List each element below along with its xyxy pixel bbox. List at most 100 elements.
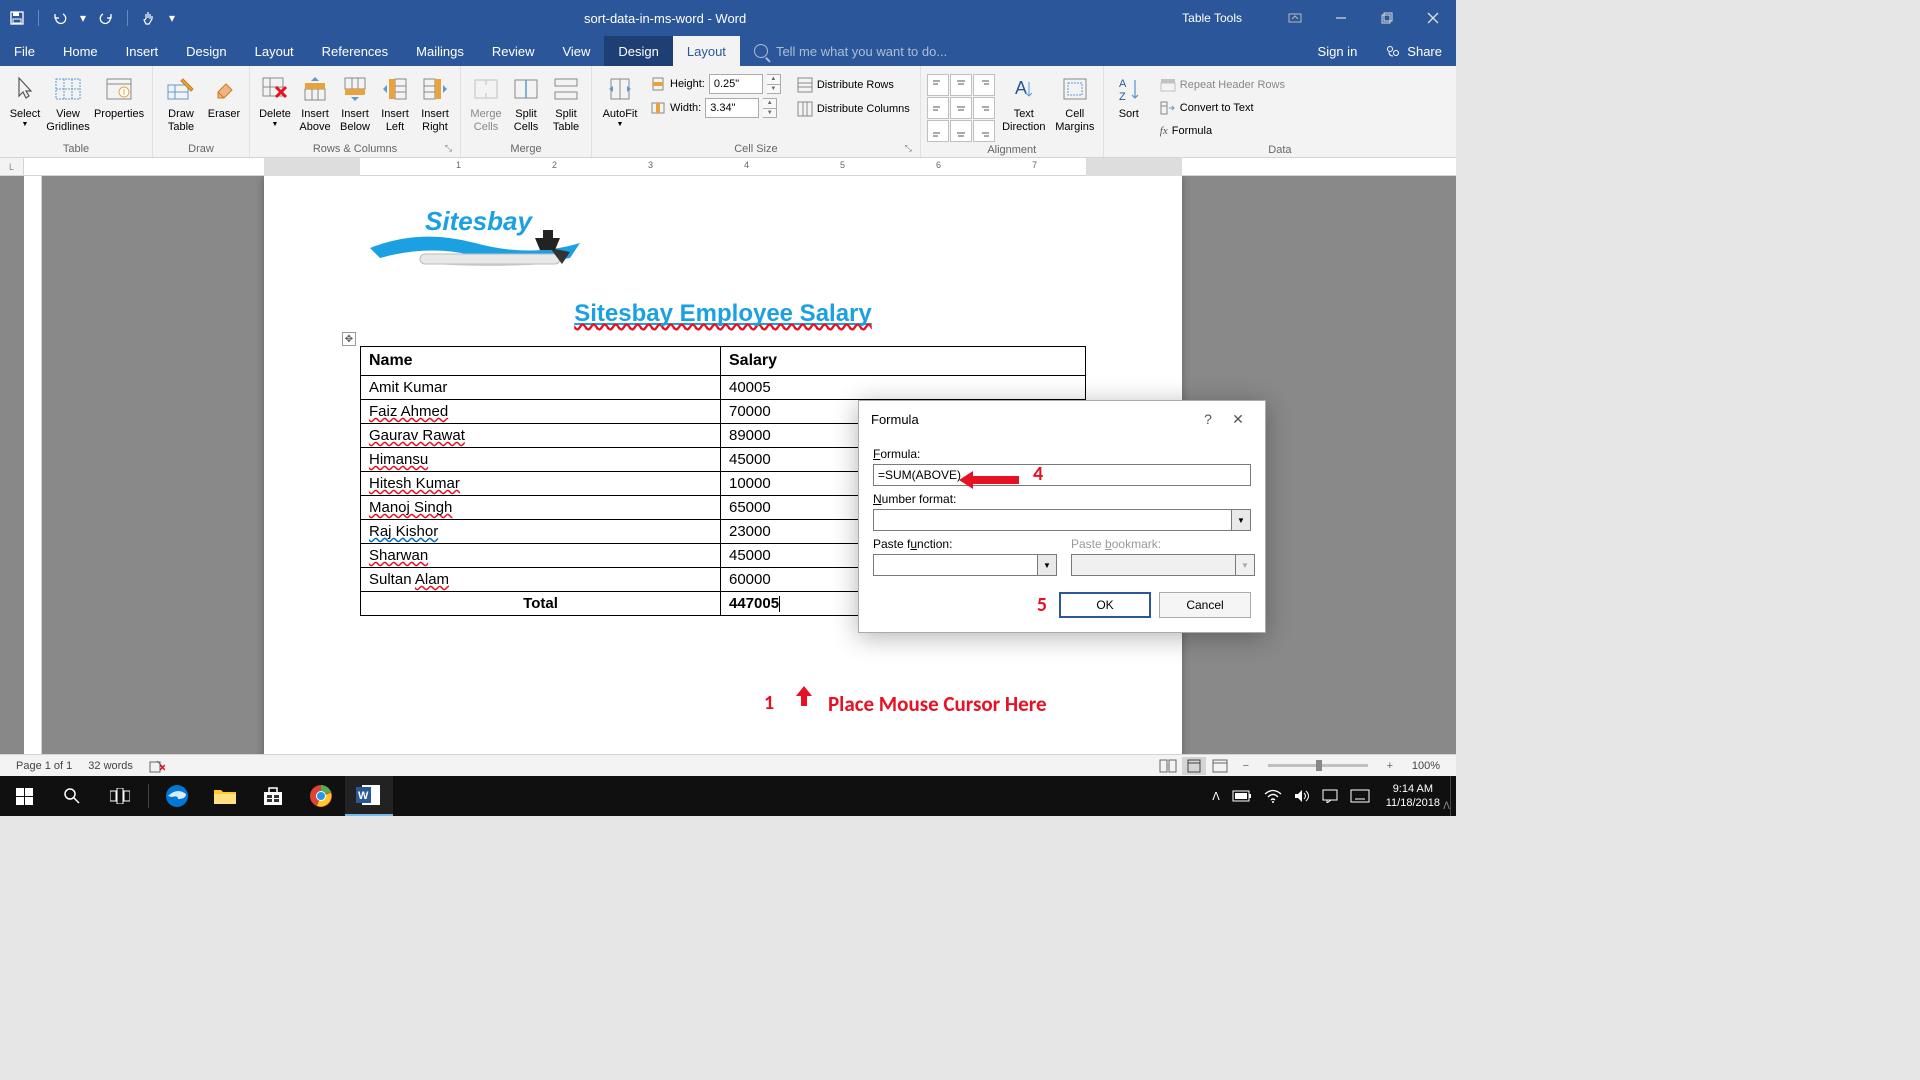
tab-design[interactable]: Design [172, 36, 240, 66]
tell-me-search[interactable]: Tell me what you want to do... [740, 36, 1304, 66]
dialog-close-icon[interactable]: ✕ [1223, 404, 1253, 434]
share-button[interactable]: Share [1371, 36, 1456, 66]
store-button[interactable] [249, 776, 297, 816]
status-words[interactable]: 32 words [80, 760, 141, 772]
text-direction-button[interactable]: AText Direction [997, 70, 1051, 137]
status-proofing-icon[interactable] [141, 759, 173, 773]
tab-layout[interactable]: Layout [241, 36, 308, 66]
edge-button[interactable] [153, 776, 201, 816]
tab-references[interactable]: References [308, 36, 402, 66]
formula-input[interactable] [873, 464, 1251, 486]
align-mc-button[interactable] [950, 97, 972, 119]
undo-dropdown-icon[interactable]: ▾ [77, 5, 89, 31]
insert-right-button[interactable]: Insert Right [416, 70, 454, 137]
horizontal-ruler[interactable]: 1 2 3 4 5 6 7 [24, 158, 1456, 176]
tab-review[interactable]: Review [478, 36, 549, 66]
tab-table-design[interactable]: Design [604, 36, 672, 66]
file-explorer-button[interactable] [201, 776, 249, 816]
show-desktop-button[interactable] [1450, 776, 1456, 816]
align-tc-button[interactable] [950, 74, 972, 96]
height-spinner[interactable]: ▲▼ [767, 74, 781, 94]
ok-button[interactable]: OK [1059, 592, 1151, 618]
dialog-help-icon[interactable]: ? [1193, 404, 1223, 434]
align-bl-button[interactable] [927, 120, 949, 142]
vertical-ruler[interactable] [24, 176, 42, 754]
zoom-slider[interactable] [1268, 764, 1368, 767]
zoom-level[interactable]: 100% [1404, 760, 1448, 772]
chevron-down-icon[interactable]: ▼ [1231, 509, 1251, 531]
width-spinner[interactable]: ▲▼ [763, 98, 777, 118]
wifi-icon[interactable] [1258, 789, 1288, 803]
select-button[interactable]: Select▼ [6, 70, 44, 133]
distribute-columns-button[interactable]: Distribute Columns [793, 98, 914, 120]
align-ml-button[interactable] [927, 97, 949, 119]
read-mode-icon[interactable] [1156, 757, 1180, 775]
chrome-button[interactable] [297, 776, 345, 816]
keyboard-icon[interactable] [1344, 789, 1376, 803]
tray-up-icon[interactable]: ᐱ [1206, 790, 1226, 803]
insert-above-button[interactable]: Insert Above [296, 70, 334, 137]
split-table-button[interactable]: Split Table [547, 70, 585, 137]
cancel-button[interactable]: Cancel [1159, 592, 1251, 618]
minimize-icon[interactable] [1318, 0, 1364, 36]
web-layout-icon[interactable] [1208, 757, 1232, 775]
delete-button[interactable]: Delete▼ [256, 70, 294, 133]
properties-button[interactable]: Properties [92, 70, 146, 124]
word-button[interactable]: W [345, 776, 393, 816]
align-tr-button[interactable] [973, 74, 995, 96]
autofit-button[interactable]: AutoFit▼ [598, 70, 642, 133]
table-move-handle-icon[interactable]: ✥ [342, 332, 356, 346]
align-br-button[interactable] [973, 120, 995, 142]
chevron-down-icon[interactable]: ▼ [1037, 554, 1057, 576]
tab-insert[interactable]: Insert [112, 36, 173, 66]
sort-button[interactable]: AZSort [1110, 70, 1148, 124]
split-cells-button[interactable]: Split Cells [507, 70, 545, 137]
formula-button[interactable]: fxFormula [1156, 120, 1289, 142]
col-header-name[interactable]: Name [361, 347, 721, 376]
status-page[interactable]: Page 1 of 1 [8, 760, 80, 772]
save-icon[interactable] [4, 5, 30, 31]
undo-icon[interactable] [47, 5, 73, 31]
number-format-select[interactable]: ▼ [873, 509, 1251, 531]
tab-table-layout[interactable]: Layout [673, 36, 740, 66]
zoom-out-button[interactable]: − [1234, 757, 1258, 775]
align-tl-button[interactable] [927, 74, 949, 96]
print-layout-icon[interactable] [1182, 757, 1206, 775]
tab-file[interactable]: File [0, 36, 49, 66]
sign-in-link[interactable]: Sign in [1304, 36, 1372, 66]
tab-view[interactable]: View [548, 36, 604, 66]
distribute-rows-button[interactable]: Distribute Rows [793, 74, 914, 96]
qat-customize-icon[interactable]: ▾ [166, 5, 178, 31]
width-input[interactable] [705, 98, 759, 118]
redo-icon[interactable] [93, 5, 119, 31]
convert-to-text-button[interactable]: Convert to Text [1156, 97, 1289, 119]
task-view-button[interactable] [96, 776, 144, 816]
align-bc-button[interactable] [950, 120, 972, 142]
start-button[interactable] [0, 776, 48, 816]
ribbon-display-icon[interactable] [1272, 0, 1318, 36]
tab-mailings[interactable]: Mailings [402, 36, 478, 66]
volume-icon[interactable] [1288, 789, 1316, 803]
notifications-icon[interactable] [1316, 789, 1344, 803]
eraser-button[interactable]: Eraser [205, 70, 243, 124]
insert-left-button[interactable]: Insert Left [376, 70, 414, 137]
collapse-ribbon-icon[interactable]: ᐱ [1443, 801, 1450, 812]
cell-margins-button[interactable]: Cell Margins [1053, 70, 1097, 137]
align-mr-button[interactable] [973, 97, 995, 119]
draw-table-button[interactable]: Draw Table [159, 70, 203, 137]
maximize-icon[interactable] [1364, 0, 1410, 36]
rows-cols-launcher-icon[interactable]: ⤡ [443, 143, 454, 154]
height-input[interactable] [709, 74, 763, 94]
taskbar-clock[interactable]: 9:14 AM11/18/2018 [1376, 782, 1450, 811]
touch-mode-icon[interactable] [136, 5, 162, 31]
tab-home[interactable]: Home [49, 36, 112, 66]
col-header-salary[interactable]: Salary [721, 347, 1086, 376]
paste-function-select[interactable]: ▼ [873, 554, 1057, 576]
zoom-in-button[interactable]: + [1378, 757, 1402, 775]
battery-icon[interactable] [1226, 790, 1258, 802]
view-gridlines-button[interactable]: View Gridlines [46, 70, 90, 137]
search-button[interactable] [48, 776, 96, 816]
close-icon[interactable] [1410, 0, 1456, 36]
cell-size-launcher-icon[interactable]: ⤡ [903, 143, 914, 154]
insert-below-button[interactable]: Insert Below [336, 70, 374, 137]
